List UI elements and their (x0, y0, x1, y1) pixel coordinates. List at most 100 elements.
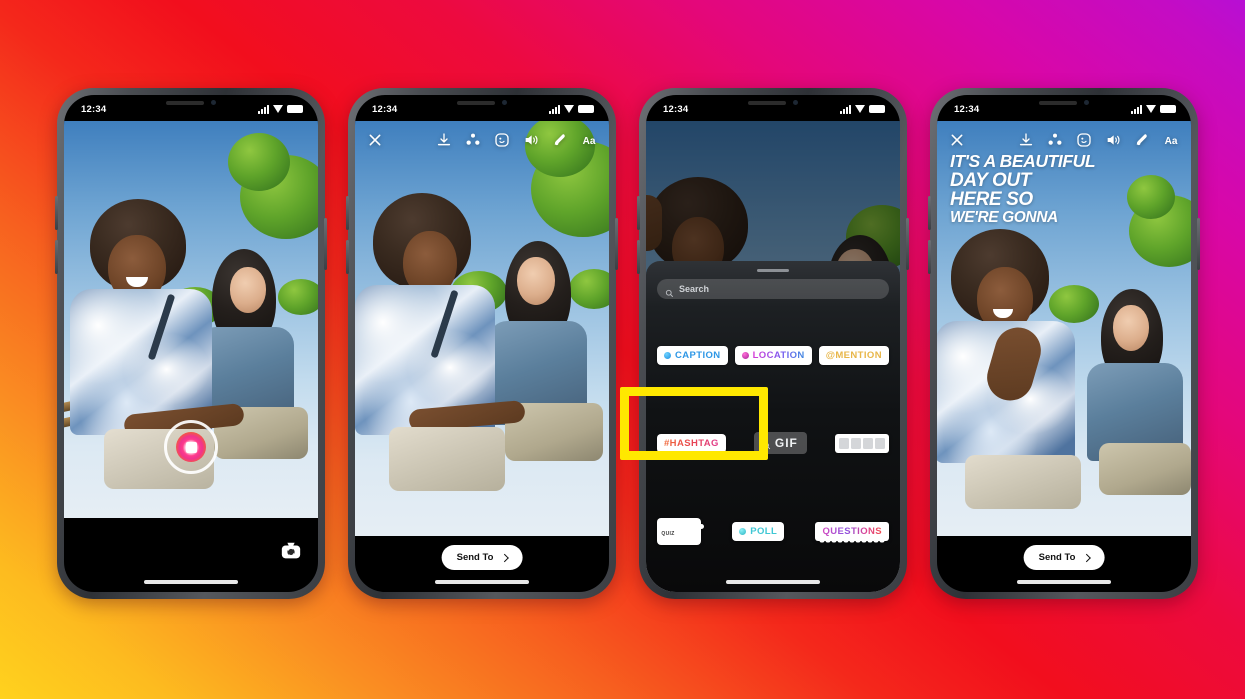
legs (965, 455, 1081, 509)
sticker-smiley-icon[interactable] (1076, 132, 1092, 148)
send-to-button[interactable]: Send To (1023, 545, 1105, 570)
draw-pen-icon[interactable] (1134, 132, 1150, 148)
phone-editor-screen: 12:34 Aa Send To (355, 95, 609, 592)
caption-line: WE'RE GONNA (950, 208, 1058, 226)
sticker-grid: CAPTION LOCATION @MENTION #HASHTAG GIF Q… (646, 305, 900, 580)
close-x-icon[interactable] (367, 132, 383, 148)
close-x-icon[interactable] (949, 132, 965, 148)
battery-icon (1160, 105, 1176, 113)
sticker-location[interactable]: LOCATION (734, 345, 812, 365)
countdown-digit (851, 437, 861, 449)
battery-icon (869, 105, 885, 113)
chevron-right-icon (1082, 553, 1091, 562)
sticker-quiz[interactable]: QUIZ (657, 518, 701, 546)
blue-dot-icon (664, 351, 671, 359)
send-to-button[interactable]: Send To (441, 545, 523, 570)
draw-pen-icon[interactable] (552, 132, 568, 148)
story-photo (355, 121, 609, 536)
tree-foliage (228, 133, 290, 191)
download-icon[interactable] (436, 132, 452, 148)
front-camera-icon (793, 100, 798, 105)
editor-toolbar: Aa (355, 125, 609, 155)
home-indicator (1017, 580, 1111, 584)
poll-dot-icon (739, 528, 747, 536)
svg-text:Aa: Aa (583, 136, 596, 147)
notch (166, 100, 216, 105)
wifi-icon (855, 105, 865, 113)
wifi-icon (564, 105, 574, 113)
countdown-digit (863, 437, 873, 449)
sticker-gif[interactable]: GIF (753, 432, 807, 455)
cellular-signal-icon (549, 105, 560, 114)
status-time: 12:34 (663, 104, 689, 115)
caption-overlay[interactable]: IT'S A BEAUTIFUL DAY OUT HERE SO WE'RE G… (950, 152, 1175, 226)
phone-stickers: 12:34 Search CAPTION LOCATION @MENTION #… (637, 88, 909, 599)
sticker-questions[interactable]: QUESTIONS (815, 522, 889, 545)
speaker-grille-icon (1039, 100, 1077, 105)
sticker-countdown[interactable] (835, 433, 889, 453)
cellular-signal-icon (840, 105, 851, 114)
audio-volume-icon[interactable] (1105, 132, 1121, 148)
shutter-button[interactable] (164, 420, 218, 474)
effects-sparkle-icon[interactable] (465, 132, 481, 148)
sticker-label: LOCATION (752, 349, 805, 361)
sticker-smiley-icon[interactable] (494, 132, 510, 148)
sticker-caption[interactable]: CAPTION (657, 345, 728, 365)
face (230, 267, 266, 313)
front-camera-icon (1084, 100, 1089, 105)
sticker-tray-sheet: Search CAPTION LOCATION @MENTION #HASHTA… (646, 261, 900, 592)
face (1113, 305, 1149, 351)
status-indicators (1131, 105, 1176, 114)
countdown-digit (839, 437, 849, 449)
send-to-label: Send To (1038, 552, 1076, 563)
flip-camera-icon[interactable] (280, 540, 302, 562)
status-time: 12:34 (81, 104, 107, 115)
sticker-label: QUESTIONS (822, 526, 882, 538)
sticker-label: @MENTION (825, 349, 882, 361)
phone-stickers-screen: 12:34 Search CAPTION LOCATION @MENTION #… (646, 95, 900, 592)
sticker-row: #HASHTAG GIF (657, 399, 889, 487)
sticker-hashtag[interactable]: #HASHTAG (657, 433, 726, 453)
status-bar: 12:34 (646, 95, 900, 121)
text-aa-icon[interactable]: Aa (1163, 132, 1179, 148)
audio-volume-icon[interactable] (523, 132, 539, 148)
sticker-label: CAPTION (675, 349, 721, 361)
notch (748, 100, 798, 105)
caption-line: DAY OUT (950, 169, 1031, 191)
home-indicator (144, 580, 238, 584)
speaker-grille-icon (166, 100, 204, 105)
status-time: 12:34 (954, 104, 980, 115)
tree-foliage (1049, 285, 1099, 323)
tree-foliage (278, 279, 318, 315)
notch (1039, 100, 1089, 105)
notch (457, 100, 507, 105)
phone-power-button (1197, 218, 1200, 270)
search-input[interactable]: Search (657, 279, 889, 299)
text-aa-icon[interactable]: Aa (581, 132, 597, 148)
sheet-drag-handle[interactable] (757, 269, 789, 272)
status-bar: 12:34 (355, 95, 609, 121)
sticker-label: GIF (774, 436, 798, 451)
send-to-label: Send To (456, 552, 494, 563)
legs (389, 427, 505, 491)
screenshot-canvas: 12:34 12:34 Aa Send To 12:34 Search CAPT… (0, 0, 1245, 699)
status-indicators (840, 105, 885, 114)
legs (1099, 443, 1191, 495)
search-placeholder: Search (679, 284, 710, 294)
caption-line: HERE SO (950, 189, 1033, 211)
status-bar: 12:34 (937, 95, 1191, 121)
phone-power-button (906, 218, 909, 270)
effects-sparkle-icon[interactable] (1047, 132, 1063, 148)
sticker-mention[interactable]: @MENTION (818, 345, 889, 365)
phone-caption: 12:34 Aa IT'S A BEAUTIFUL DAY OUT HERE S… (928, 88, 1200, 599)
phone-editor: 12:34 Aa Send To (346, 88, 618, 599)
sticker-poll[interactable]: POLL (732, 522, 785, 542)
battery-icon (287, 105, 303, 113)
status-bar: 12:34 (64, 95, 318, 121)
search-icon (665, 285, 674, 297)
download-icon[interactable] (1018, 132, 1034, 148)
sticker-label: #HASHTAG (664, 437, 719, 449)
phone-caption-screen: 12:34 Aa IT'S A BEAUTIFUL DAY OUT HERE S… (937, 95, 1191, 592)
battery-icon (578, 105, 594, 113)
status-time: 12:34 (372, 104, 398, 115)
